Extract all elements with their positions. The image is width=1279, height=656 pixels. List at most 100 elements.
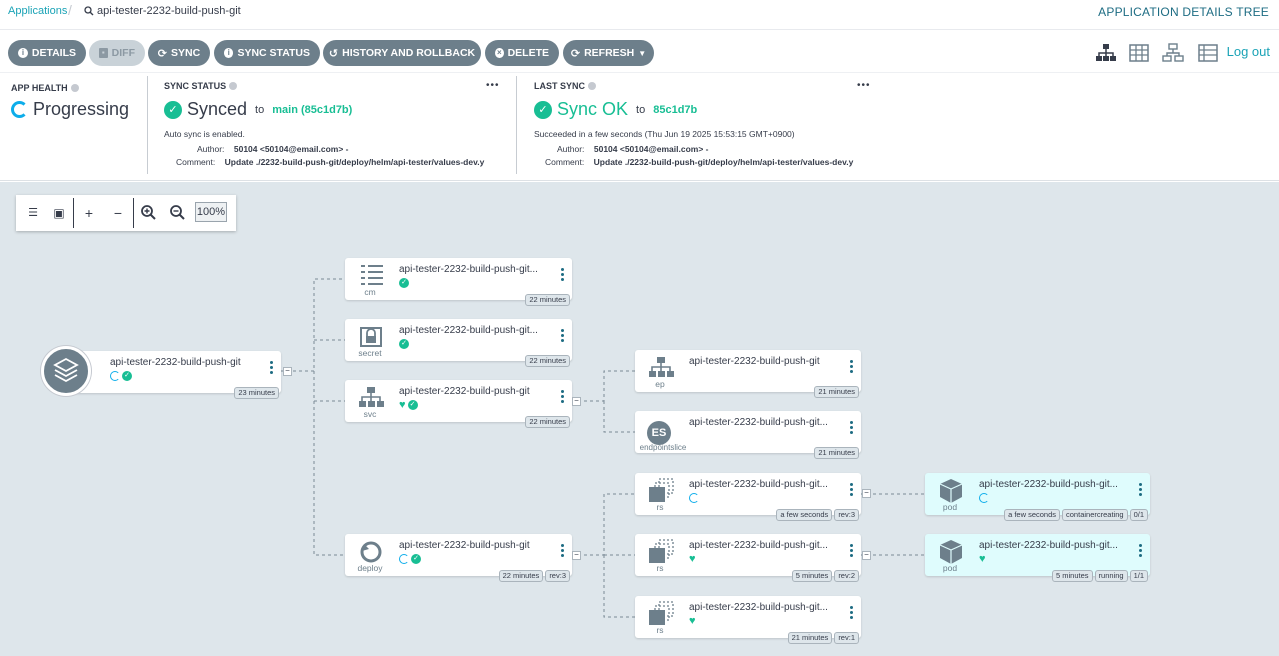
network-view-icon[interactable] [1162,43,1184,63]
diff-button[interactable]: ▪ DIFF [89,40,145,66]
sync-status-value: ✓ Synced to main (85c1d7b) [164,99,352,120]
application-node-card[interactable]: api-tester-2232-build-push-git ✓ 23 minu… [71,351,281,399]
node-rev-tag: rev:2 [834,570,859,582]
heart-icon: ♥ [979,553,986,565]
zoom-out-icon[interactable] [169,204,187,222]
sync-label: SYNC [171,47,201,59]
delete-label: DELETE [507,47,549,59]
pod-icon [939,479,963,503]
last-sync-label: LAST SYNC [534,81,597,91]
list-view-icon[interactable] [1197,43,1219,63]
collapse-toggle[interactable]: − [862,489,871,498]
node-name: api-tester-2232-build-push-git [689,356,820,367]
sync-button[interactable]: ⟳ SYNC [148,40,210,66]
details-button[interactable]: i DETAILS [8,40,86,66]
delete-icon: × [495,48,504,58]
resource-node-rs[interactable]: rs api-tester-2232-build-push-git... ♥ 5… [635,534,861,582]
app-health-value: Progressing [11,99,129,120]
node-kind: cm [364,287,376,297]
node-age-tag: a few seconds [1004,509,1061,521]
tree-view-icon[interactable] [1095,43,1117,63]
node-menu-icon[interactable] [561,268,564,283]
progressing-icon [979,493,989,503]
node-menu-icon[interactable] [561,390,564,405]
replicaset-icon [649,601,674,625]
resource-node-ep[interactable]: ep api-tester-2232-build-push-git 21 min… [635,350,861,398]
application-node[interactable]: api-tester-2232-build-push-git ✓ 23 minu… [41,346,281,399]
node-kind: rs [656,625,664,635]
resource-node-rs[interactable]: rs api-tester-2232-build-push-git... ♥ 2… [635,596,861,644]
last-sync-more-icon[interactable]: ••• [857,80,871,91]
resource-node-secret[interactable]: secret api-tester-2232-build-push-git...… [345,319,572,367]
node-state-tag: running [1094,570,1128,582]
search-icon [84,6,94,16]
history-icon: ↺ [328,47,339,60]
node-menu-icon[interactable] [850,606,853,621]
resource-tree-canvas[interactable]: ☰ ▣ + − 100% api-tester-2232-build-push-… [0,182,1279,656]
sync-status-more-icon[interactable]: ••• [486,80,500,91]
node-menu-icon[interactable] [561,329,564,344]
node-kind: rs [656,563,664,573]
refresh-button[interactable]: ⟳ REFRESH ▼ [563,40,654,66]
node-age-tag: 5 minutes [1052,570,1093,582]
zoom-in-icon[interactable] [140,204,158,222]
node-name: api-tester-2232-build-push-git... [399,264,538,275]
help-icon[interactable] [588,82,597,90]
progressing-icon [110,371,120,381]
sync-target-link[interactable]: main (85c1d7b) [272,104,352,116]
help-icon[interactable] [229,82,238,90]
last-sync-rev-link[interactable]: 85c1d7b [653,104,697,116]
resource-node-pod[interactable]: pod api-tester-2232-build-push-git... a … [925,473,1150,521]
resource-node-cm[interactable]: cm api-tester-2232-build-push-git... ✓ 2… [345,258,572,306]
status-panel: APP HEALTH Progressing SYNC STATUS ••• ✓… [0,73,1279,181]
pods-view-icon[interactable] [1128,43,1150,63]
node-menu-icon[interactable] [561,544,564,559]
node-age-tag: a few seconds [776,509,833,521]
logout-link[interactable]: Log out [1227,44,1270,59]
breadcrumb-current-label: api-tester-2232-build-push-git [97,5,241,17]
node-name: api-tester-2232-build-push-git [399,386,530,397]
resource-node-svc[interactable]: svc api-tester-2232-build-push-git ♥ ✓ 22… [345,380,572,428]
node-menu-icon[interactable] [850,483,853,498]
breadcrumb-current[interactable]: api-tester-2232-build-push-git [84,5,241,17]
zoom-plus-icon[interactable]: + [80,204,98,222]
breadcrumb-separator: / [68,2,72,18]
collapse-toggle[interactable]: − [572,397,581,406]
node-menu-icon[interactable] [270,361,273,376]
collapse-toggle[interactable]: − [862,551,871,560]
resource-node-deploy[interactable]: deploy api-tester-2232-build-push-git ✓ … [345,534,572,582]
node-menu-icon[interactable] [850,421,853,436]
help-icon[interactable] [70,84,79,92]
collapse-toggle[interactable]: − [283,367,292,376]
node-kind: rs [656,502,664,512]
history-rollback-button[interactable]: ↺ HISTORY AND ROLLBACK [323,40,481,66]
node-kind: svc [363,409,377,419]
sync-status-button[interactable]: i SYNC STATUS [214,40,320,66]
node-age-tag: 23 minutes [234,387,279,399]
sync-status-label: SYNC STATUS [164,81,238,91]
node-ready-tag: 0/1 [1129,509,1148,521]
replicaset-icon [649,478,674,502]
deploy-icon [360,541,382,563]
node-menu-icon[interactable] [850,544,853,559]
node-state-tag: containercreating [1062,509,1128,521]
resource-node-pod[interactable]: pod api-tester-2232-build-push-git... ♥ … [925,534,1150,582]
collapse-toggle[interactable]: − [572,551,581,560]
delete-button[interactable]: × DELETE [485,40,559,66]
node-menu-icon[interactable] [1139,483,1142,498]
node-menu-icon[interactable] [1139,544,1142,559]
zoom-minus-icon[interactable]: − [109,204,127,222]
align-left-icon[interactable]: ☰ [24,204,42,222]
node-menu-icon[interactable] [850,360,853,375]
node-age-tag: 21 minutes [814,386,859,398]
fit-screen-icon[interactable]: ▣ [50,204,68,222]
resource-node-rs[interactable]: rs api-tester-2232-build-push-git... a f… [635,473,861,521]
breadcrumb-applications[interactable]: Applications [8,5,67,17]
node-kind: deploy [357,563,383,573]
file-icon: ▪ [99,48,108,58]
resource-node-endpointslice[interactable]: ES endpointslice api-tester-2232-build-p… [635,411,861,459]
auto-sync-text: Auto sync is enabled. [164,129,245,139]
heart-icon: ♥ [399,399,406,411]
application-node-status: ✓ [110,371,132,381]
sync-icon: ⟳ [157,47,168,60]
